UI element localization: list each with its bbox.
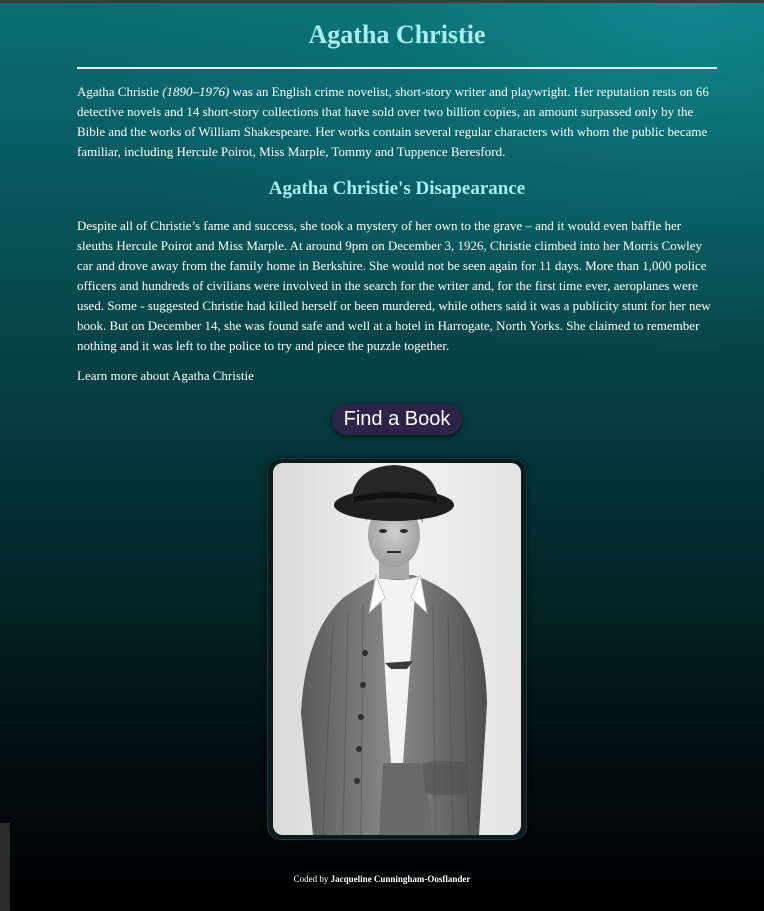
footer-author: Jacqueline Cunningham-Oosflander [330,874,471,884]
browser-top-edge [0,0,764,3]
scroll-edge-strip [0,823,10,911]
title-divider [77,67,717,69]
footer-prefix: Coded by [293,874,329,884]
intro-years: (1890–1976) [162,84,230,99]
section-heading-disappearance: Agatha Christie's Disapearance [268,178,526,199]
intro-paragraph: Agatha Christie (1890–1976) was an Engli… [77,82,717,162]
learn-more-link[interactable]: Learn more about Agatha Christie [77,366,254,386]
footer-credit: Coded by Jacqueline Cunningham-Oosflande… [0,873,764,885]
page-title: Agatha Christie [308,20,486,49]
find-a-book-button[interactable]: Find a Book [332,404,462,435]
agatha-christie-portrait [273,463,521,835]
disappearance-paragraph: Despite all of Christie’s fame and succe… [77,218,711,353]
intro-name: Agatha Christie [77,84,159,99]
